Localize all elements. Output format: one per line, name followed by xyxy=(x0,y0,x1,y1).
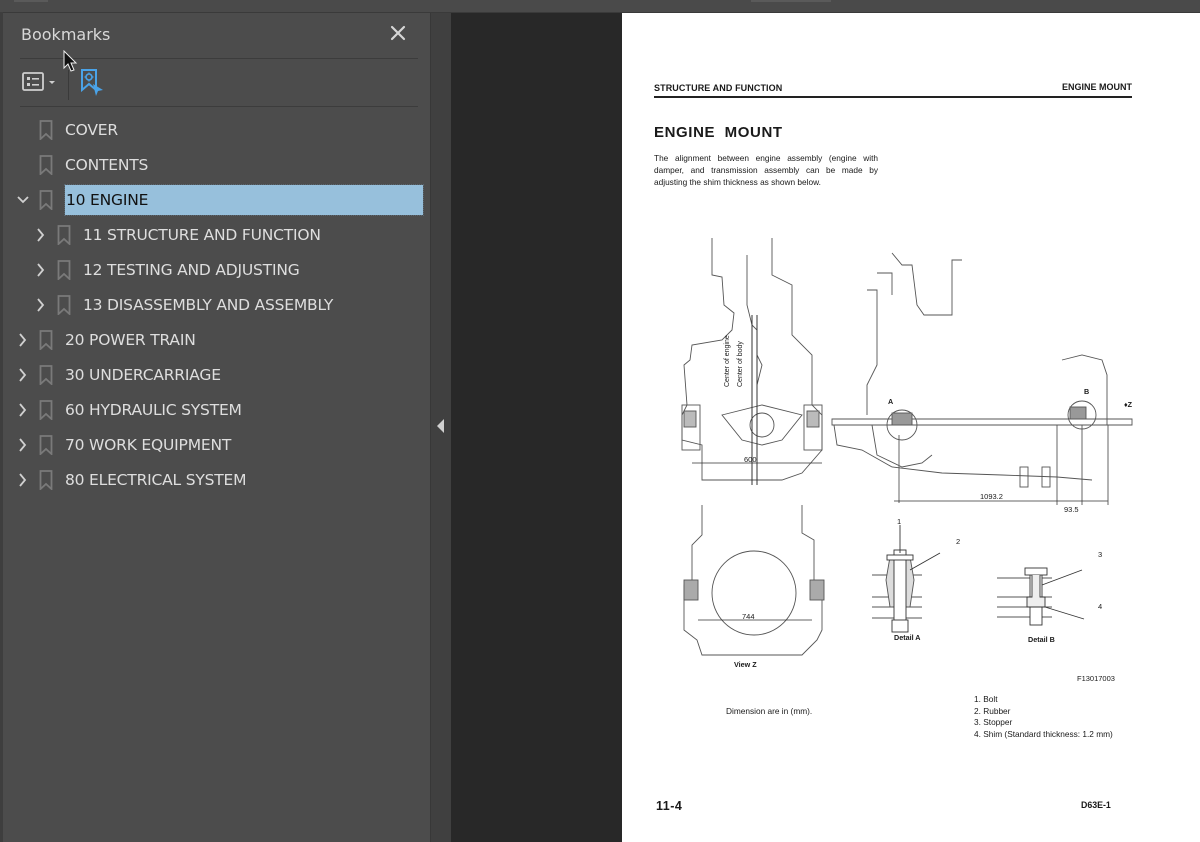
running-header-right: ENGINE MOUNT xyxy=(1061,82,1132,92)
bookmark-item[interactable]: 30 UNDERCARRIAGE xyxy=(3,360,430,390)
bookmark-label: 13 DISASSEMBLY AND ASSEMBLY xyxy=(83,296,334,314)
bookmark-icon xyxy=(57,225,71,245)
bookmark-item[interactable]: 10 ENGINE xyxy=(3,184,430,216)
callout-2: 2 xyxy=(956,537,961,546)
collapse-left-arrow-icon xyxy=(437,419,444,433)
chevron-right-icon[interactable] xyxy=(16,472,30,488)
callout-3: 3 xyxy=(1098,550,1103,559)
top-bar-tick xyxy=(14,0,48,2)
model-code: D63E-1 xyxy=(1081,800,1111,810)
bookmark-item[interactable]: CONTENTS xyxy=(3,150,430,180)
pdf-page: STRUCTURE AND FUNCTION ENGINE MOUNT ENGI… xyxy=(622,13,1200,842)
close-icon xyxy=(390,25,406,41)
bookmark-icon xyxy=(57,295,71,315)
bookmark-icon xyxy=(39,435,53,455)
bookmark-label: CONTENTS xyxy=(65,156,149,174)
section-title: ENGINE MOUNT xyxy=(654,124,783,141)
app-top-bar xyxy=(0,0,1200,13)
collapse-panel-handle[interactable] xyxy=(430,13,451,842)
bookmark-label: 60 HYDRAULIC SYSTEM xyxy=(65,401,242,419)
chevron-right-icon[interactable] xyxy=(16,437,30,453)
legend-item: 3. Stopper xyxy=(974,717,1013,728)
detail-a-caption: Detail A xyxy=(894,633,921,642)
panel-title: Bookmarks xyxy=(21,25,111,44)
document-canvas-background xyxy=(451,13,622,842)
chevron-right-icon[interactable] xyxy=(34,262,48,278)
bookmark-item[interactable]: 70 WORK EQUIPMENT xyxy=(3,430,430,460)
list-options-icon xyxy=(22,72,55,91)
bookmark-label: 10 ENGINE xyxy=(64,184,424,216)
bookmark-item[interactable]: 80 ELECTRICAL SYSTEM xyxy=(3,465,430,495)
intro-paragraph: The alignment between engine assembly (e… xyxy=(654,153,878,187)
bookmark-icon xyxy=(39,120,53,140)
dimension-93-5: 93.5 xyxy=(1064,505,1079,514)
bookmark-icon xyxy=(39,365,53,385)
chevron-right-icon[interactable] xyxy=(34,297,48,313)
engine-mount-drawing: Center of engine Center of body 600 1093… xyxy=(662,235,1152,675)
dimension-1093-2: 1093.2 xyxy=(980,492,1003,501)
bookmark-icon xyxy=(39,190,53,210)
bookmark-label: 80 ELECTRICAL SYSTEM xyxy=(65,471,247,489)
toolbar-separator xyxy=(68,70,69,100)
figure-id: F13017003 xyxy=(1077,674,1115,683)
bookmark-options-button[interactable] xyxy=(21,71,61,95)
bookmark-item[interactable]: COVER xyxy=(3,115,430,145)
chevron-down-icon[interactable] xyxy=(16,192,30,208)
view-z-caption: View Z xyxy=(734,660,757,669)
bookmark-item[interactable]: 11 STRUCTURE AND FUNCTION xyxy=(3,220,430,250)
center-of-body-label: Center of body xyxy=(737,341,744,387)
legend-item: 4. Shim (Standard thickness: 1.2 mm) xyxy=(974,729,1113,740)
find-current-bookmark-button[interactable] xyxy=(79,68,107,98)
detail-b-caption: Detail B xyxy=(1028,635,1055,644)
dimension-600: 600 xyxy=(744,455,757,464)
bookmark-icon xyxy=(39,330,53,350)
panel-divider xyxy=(20,58,418,59)
bookmark-label: 12 TESTING AND ADJUSTING xyxy=(83,261,300,279)
dimension-744: 744 xyxy=(742,612,755,621)
bookmark-label: 11 STRUCTURE AND FUNCTION xyxy=(83,226,321,244)
marker-a: A xyxy=(888,397,894,406)
bookmark-icon xyxy=(57,260,71,280)
page-number: 11-4 xyxy=(656,799,683,813)
chevron-right-icon[interactable] xyxy=(16,332,30,348)
bookmark-item[interactable]: 20 POWER TRAIN xyxy=(3,325,430,355)
bookmark-icon xyxy=(39,470,53,490)
center-of-engine-label: Center of engine xyxy=(724,335,731,387)
marker-z-text: Z xyxy=(1127,400,1133,409)
callout-4: 4 xyxy=(1098,602,1103,611)
chevron-right-icon[interactable] xyxy=(16,367,30,383)
bookmark-item[interactable]: 12 TESTING AND ADJUSTING xyxy=(3,255,430,285)
dropdown-caret-icon xyxy=(49,81,55,84)
callout-1: 1 xyxy=(897,517,902,526)
chevron-right-icon[interactable] xyxy=(34,227,48,243)
marker-b: B xyxy=(1084,387,1090,396)
marker-z: ♦Z xyxy=(1124,400,1133,409)
view-z-outline xyxy=(683,505,823,656)
find-current-bookmark-icon xyxy=(81,69,103,96)
panel-divider xyxy=(20,106,418,107)
top-bar-tick xyxy=(751,0,831,2)
bookmark-label: 70 WORK EQUIPMENT xyxy=(65,436,232,454)
bookmark-label: 30 UNDERCARRIAGE xyxy=(65,366,221,384)
legend-item: 2. Rubber xyxy=(974,705,1011,716)
dimension-note: Dimension are in (mm). xyxy=(726,706,813,716)
close-panel-button[interactable] xyxy=(387,22,409,44)
chevron-right-icon[interactable] xyxy=(16,402,30,418)
bookmark-icon xyxy=(39,155,53,175)
bookmark-icon xyxy=(39,400,53,420)
running-header-left: STRUCTURE AND FUNCTION xyxy=(654,83,783,93)
parts-legend: 1. Bolt 2. Rubber 3. Stopper 4. Shim (St… xyxy=(974,694,1113,741)
bookmark-label: 20 POWER TRAIN xyxy=(65,331,196,349)
bookmark-item[interactable]: 60 HYDRAULIC SYSTEM xyxy=(3,395,430,425)
bookmarks-panel: Bookmarks COVER CONTENTS 10 ENGINE 11 STRUC… xyxy=(3,13,430,842)
bookmark-label: COVER xyxy=(65,121,118,139)
legend-item: 1. Bolt xyxy=(974,694,998,704)
technical-drawing-lines xyxy=(681,238,1133,656)
bookmark-item[interactable]: 13 DISASSEMBLY AND ASSEMBLY xyxy=(3,290,430,320)
header-rule xyxy=(654,96,1132,98)
